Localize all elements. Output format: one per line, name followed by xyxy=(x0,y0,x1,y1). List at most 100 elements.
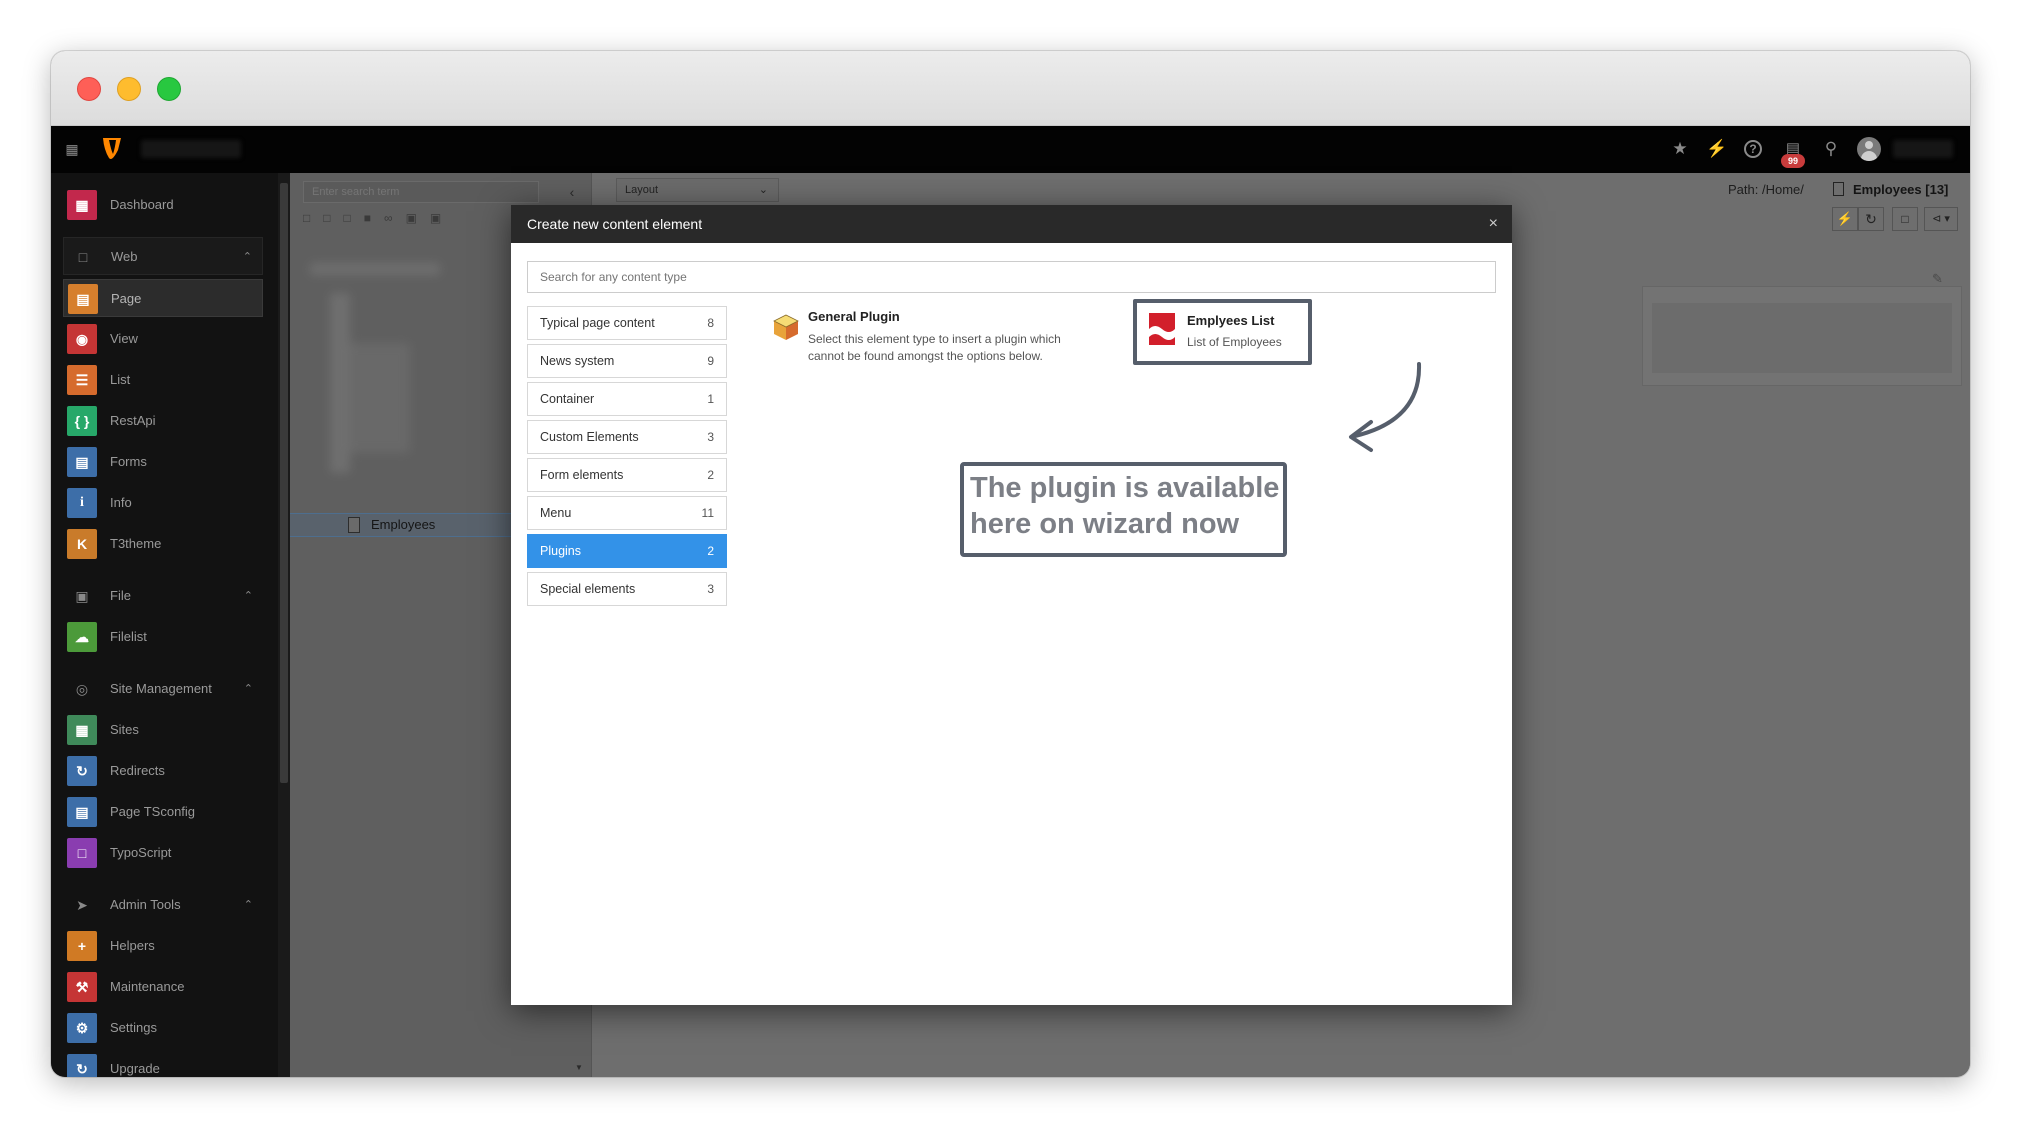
page-module-icon: ▤ xyxy=(68,284,98,314)
category-typical-page-content[interactable]: Typical page content 8 xyxy=(527,306,727,340)
flash-icon[interactable]: ⚡ xyxy=(1706,138,1728,160)
edit-pencil-icon[interactable]: ✎ xyxy=(1932,271,1943,287)
sidebar-item-label: TypoScript xyxy=(110,845,172,860)
tree-scroll-down-icon[interactable]: ▼ xyxy=(575,1063,583,1072)
sidebar-item-typoscript[interactable]: □ TypoScript xyxy=(63,834,263,872)
sites-icon: ▦ xyxy=(67,715,97,745)
share-icon[interactable]: ⊲ ▾ xyxy=(1924,207,1958,231)
sidebar-item-label: Helpers xyxy=(110,938,155,953)
sidebar-item-label: Upgrade xyxy=(110,1061,160,1076)
list-icon: ☰ xyxy=(67,365,97,395)
plugin-cube-icon xyxy=(771,312,801,342)
search-icon[interactable]: ⚲ xyxy=(1820,138,1842,160)
sidebar-item-list[interactable]: ☰ List xyxy=(63,361,263,399)
sidebar-item-info[interactable]: i Info xyxy=(63,484,263,522)
category-label: Menu xyxy=(540,506,572,520)
sidebar-item-page-tsconfig[interactable]: ▤ Page TSconfig xyxy=(63,793,263,831)
collapse-tree-icon[interactable]: ‹ xyxy=(562,181,582,203)
category-plugins[interactable]: Plugins 2 xyxy=(527,534,727,568)
sidebar-item-label: View xyxy=(110,331,138,346)
maximize-window-button[interactable] xyxy=(157,77,181,101)
folder-icon[interactable]: ▣ xyxy=(406,211,430,225)
sidebar-item-redirects[interactable]: ↻ Redirects xyxy=(63,752,263,790)
sidebar-item-label: Dashboard xyxy=(110,197,174,212)
bookmark-star-icon[interactable]: ★ xyxy=(1669,138,1691,160)
new-shortcut-icon[interactable]: □ xyxy=(323,211,343,225)
wizard-item-description: Select this element type to insert a plu… xyxy=(808,332,1061,346)
modal-header: Create new content element × xyxy=(511,205,1512,243)
trash-icon[interactable]: ▣ xyxy=(430,211,454,225)
link-icon[interactable]: ∞ xyxy=(384,211,406,225)
sidebar-group-web[interactable]: □ Web ⌃ xyxy=(63,237,263,275)
flash-icon[interactable]: ⚡ xyxy=(1832,207,1858,231)
category-custom-elements[interactable]: Custom Elements 3 xyxy=(527,420,727,454)
annotation-line-2: here on wizard now xyxy=(970,508,1240,540)
sidebar-item-upgrade[interactable]: ↻ Upgrade xyxy=(63,1050,263,1077)
info-icon: i xyxy=(67,488,97,518)
sidebar-item-filelist[interactable]: ☁ Filelist xyxy=(63,618,263,656)
wizard-item-description: cannot be found amongst the options belo… xyxy=(808,349,1043,363)
category-form-elements[interactable]: Form elements 2 xyxy=(527,458,727,492)
annotation-text: The plugin is available here on wizard n… xyxy=(970,470,1280,542)
window-titlebar xyxy=(51,51,1970,126)
typo3-logo-icon[interactable] xyxy=(101,136,123,162)
sidebar-item-page[interactable]: ▤ Page xyxy=(63,279,263,317)
wrench-icon: ⚒ xyxy=(67,972,97,1002)
close-icon[interactable]: × xyxy=(1489,205,1498,243)
annotation-line-1: The plugin is available xyxy=(970,472,1280,504)
dashboard-icon: ▦ xyxy=(67,190,97,220)
user-avatar-icon[interactable] xyxy=(1857,137,1881,161)
sidebar-item-settings[interactable]: ⚙ Settings xyxy=(63,1009,263,1047)
new-link-icon[interactable]: □ xyxy=(344,211,364,225)
category-special-elements[interactable]: Special elements 3 xyxy=(527,572,727,606)
minimize-window-button[interactable] xyxy=(117,77,141,101)
layout-select-value: Layout xyxy=(625,184,659,196)
wizard-item-employees-list[interactable]: Emplyees List List of Employees xyxy=(1133,299,1312,365)
browser-window: ▦ ★ ⚡ ? ▤ 99 ⚲ ▦ Dashboard □ Web ⌃ ▤ Pag… xyxy=(51,51,1970,1077)
annotation-callout: The plugin is available here on wizard n… xyxy=(960,462,1287,557)
tree-node-label: Employees xyxy=(371,517,436,532)
sidebar-item-label: RestApi xyxy=(110,413,156,428)
category-label: Typical page content xyxy=(540,316,655,330)
refresh-icon[interactable]: ↻ xyxy=(1858,207,1884,231)
sidebar-group-admin-tools[interactable]: ➤ Admin Tools ⌃ xyxy=(63,886,263,924)
sidebar-item-label: Info xyxy=(110,495,132,510)
module-menu-toggle-icon[interactable]: ▦ xyxy=(61,138,83,160)
modal-title: Create new content element xyxy=(527,216,703,232)
chevron-up-icon: ⌃ xyxy=(243,590,253,602)
bookmark-icon[interactable]: □ xyxy=(1892,207,1918,231)
path-label: Path: /Home/ xyxy=(1728,182,1804,197)
layout-select[interactable]: Layout ⌄ xyxy=(616,178,779,202)
help-icon[interactable]: ? xyxy=(1744,140,1762,158)
sidebar-item-label: List xyxy=(110,372,131,387)
category-menu[interactable]: Menu 11 xyxy=(527,496,727,530)
sidebar-group-label: File xyxy=(110,588,131,603)
sidebar-item-helpers[interactable]: + Helpers xyxy=(63,927,263,965)
sidebar-item-sites[interactable]: ▦ Sites xyxy=(63,711,263,749)
sidebar-scrollbar-thumb[interactable] xyxy=(280,183,288,783)
content-type-search-input[interactable] xyxy=(527,261,1496,293)
category-label: Plugins xyxy=(540,544,581,558)
chevron-down-icon: ⌄ xyxy=(758,184,768,196)
category-label: Special elements xyxy=(540,582,636,596)
docheader-buttons: ⚡ ↻ □ ⊲ ▾ xyxy=(1832,207,1958,231)
sidebar-item-forms[interactable]: ▤ Forms xyxy=(63,443,263,481)
sidebar-item-restapi[interactable]: { } RestApi xyxy=(63,402,263,440)
sidebar-group-file[interactable]: ▣ File ⌃ xyxy=(63,577,263,615)
new-page-icon[interactable]: □ xyxy=(303,211,323,225)
sidebar-item-label: Forms xyxy=(110,454,147,469)
sidebar-item-view[interactable]: ◉ View xyxy=(63,320,263,358)
image-icon: ▣ xyxy=(75,588,89,604)
new-folder-icon[interactable]: ■ xyxy=(364,211,384,225)
sidebar-group-site-management[interactable]: ◎ Site Management ⌃ xyxy=(63,670,263,708)
category-container[interactable]: Container 1 xyxy=(527,382,727,416)
content-column-inner xyxy=(1652,303,1952,373)
sidebar-item-dashboard[interactable]: ▦ Dashboard xyxy=(63,186,263,224)
close-window-button[interactable] xyxy=(77,77,101,101)
tree-search-input[interactable] xyxy=(303,181,539,203)
sidebar-item-label: Settings xyxy=(110,1020,157,1035)
wizard-item-general-plugin[interactable]: General Plugin Select this element type … xyxy=(766,303,1136,373)
sidebar-item-t3theme[interactable]: K T3theme xyxy=(63,525,263,563)
category-news-system[interactable]: News system 9 xyxy=(527,344,727,378)
sidebar-item-maintenance[interactable]: ⚒ Maintenance xyxy=(63,968,263,1006)
